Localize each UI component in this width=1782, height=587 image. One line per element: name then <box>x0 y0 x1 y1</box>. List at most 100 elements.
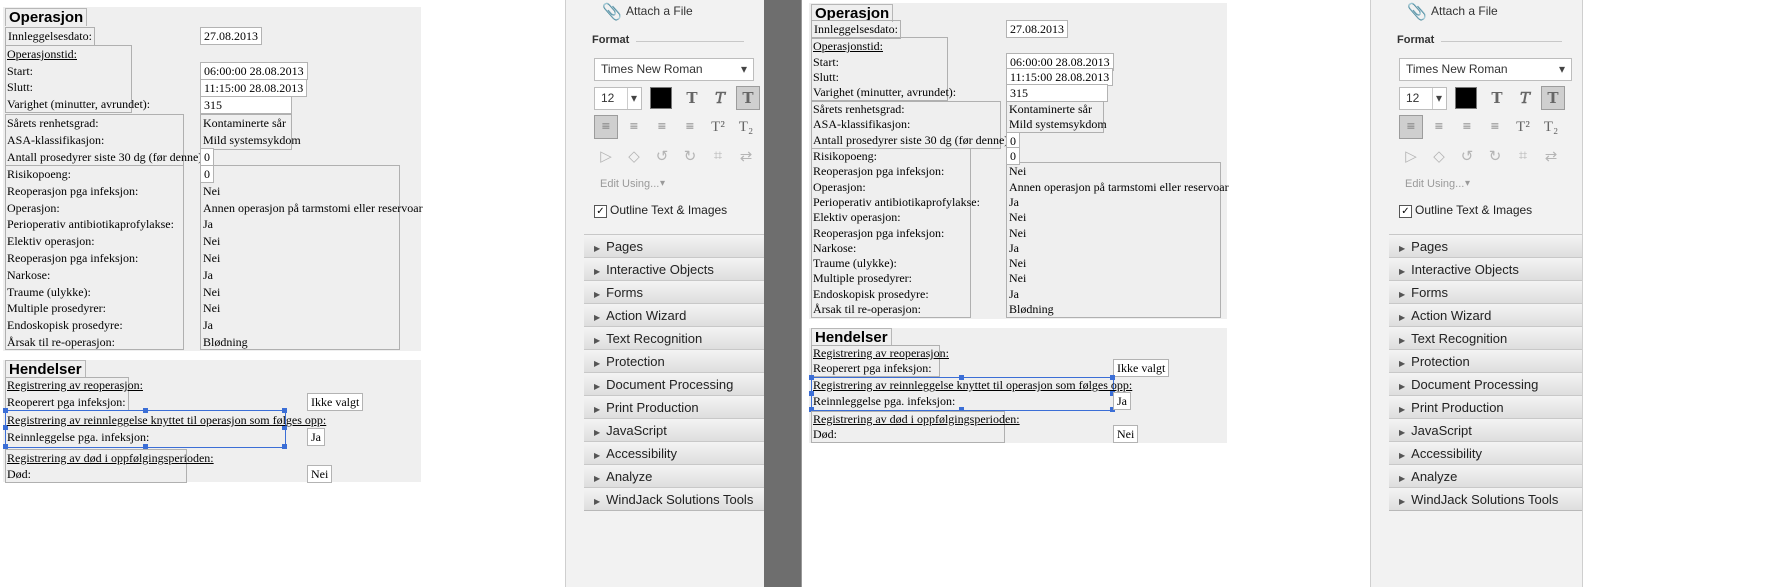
slutt-field[interactable]: 11:15:00 28.08.2013 <box>200 79 308 97</box>
align-center-icon[interactable]: ≡ <box>622 115 646 139</box>
outline-text-icon[interactable]: T <box>1541 86 1565 110</box>
section-accessibility[interactable]: ▶ Accessibility <box>1389 441 1582 465</box>
row-b-value[interactable]: Nei <box>203 284 220 301</box>
varighet-field[interactable]: 315 <box>1006 84 1108 102</box>
row-a-value[interactable]: Kontaminerte sår <box>203 115 286 132</box>
subscript-icon[interactable]: T₂ <box>734 115 758 139</box>
section-javascript[interactable]: ▶ JavaScript <box>1389 418 1582 442</box>
justify-icon[interactable]: ≡ <box>1483 115 1507 139</box>
section-label: Pages <box>1411 239 1449 254</box>
chevron-right-icon: ▶ <box>1399 290 1406 299</box>
section-document-processing[interactable]: ▶ Document Processing <box>1389 372 1582 396</box>
reop-field[interactable]: Ikke valgt <box>1113 359 1170 377</box>
chevron-right-icon: ▶ <box>1399 474 1406 483</box>
varighet-field[interactable]: 315 <box>200 96 292 114</box>
chevron-down-icon: ▾ <box>1558 62 1565 76</box>
section-label: Interactive Objects <box>1411 262 1519 277</box>
font-size-dropdown[interactable]: 12 ▾ <box>594 87 642 110</box>
font-family-dropdown[interactable]: Times New Roman ▾ <box>1399 58 1572 81</box>
row-b-value[interactable]: Ja <box>203 267 213 284</box>
chevron-right-icon: ▶ <box>594 405 601 414</box>
section-forms[interactable]: ▶ Forms <box>1389 280 1582 304</box>
section-document-processing[interactable]: ▶ Document Processing <box>584 372 764 396</box>
section-action-wizard[interactable]: ▶ Action Wizard <box>584 303 764 327</box>
section-print-production[interactable]: ▶ Print Production <box>584 395 764 419</box>
justify-icon[interactable]: ≡ <box>678 115 702 139</box>
row-a-value[interactable]: 0 <box>200 148 214 166</box>
italic-text-icon[interactable]: 𝑇 <box>1513 86 1537 110</box>
align-right-icon[interactable]: ≡ <box>650 115 674 139</box>
section-text-recognition[interactable]: ▶ Text Recognition <box>584 326 764 350</box>
row-b-value[interactable]: Blødning <box>1009 301 1054 318</box>
reinn-field[interactable]: Ja <box>307 428 325 446</box>
split-divider[interactable] <box>764 0 801 587</box>
row-b-value[interactable]: Annen operasjon på tarmstomi eller reser… <box>1009 179 1229 196</box>
align-left-icon[interactable]: ≡ <box>594 115 618 139</box>
bold-text-icon[interactable]: T <box>1485 86 1509 110</box>
replace-icon: ⇄ <box>1544 148 1558 165</box>
section-action-wizard[interactable]: ▶ Action Wizard <box>1389 303 1582 327</box>
section-pages[interactable]: ▶ Pages <box>584 234 764 258</box>
row-b-label: Narkose: <box>7 267 51 282</box>
innleggelsesdato-field[interactable]: 27.08.2013 <box>1006 20 1068 38</box>
section-label: Document Processing <box>606 377 734 392</box>
chevron-right-icon: ▶ <box>1399 313 1406 322</box>
section-analyze[interactable]: ▶ Analyze <box>1389 464 1582 488</box>
operasjonstid-label: Operasjonstid: <box>813 39 883 53</box>
section-javascript[interactable]: ▶ JavaScript <box>584 418 764 442</box>
section-protection[interactable]: ▶ Protection <box>584 349 764 373</box>
tools-panel-left: Attach a File 📎 Format Times New Roman ▾ 12 ▾ T… <box>565 0 765 587</box>
italic-text-icon[interactable]: 𝑇 <box>708 86 732 110</box>
section-accessibility[interactable]: ▶ Accessibility <box>584 441 764 465</box>
chevron-right-icon: ▶ <box>1399 405 1406 414</box>
row-a-value[interactable]: Mild systemsykdom <box>203 132 301 149</box>
row-b-value[interactable]: 0 <box>1006 147 1020 165</box>
row-b-value[interactable]: Nei <box>203 300 220 317</box>
row-b-value[interactable]: Ja <box>203 216 213 233</box>
outline-text-icon[interactable]: T <box>736 86 760 110</box>
row-b-value[interactable]: Nei <box>203 183 220 200</box>
section-pages[interactable]: ▶ Pages <box>1389 234 1582 258</box>
selection-handle[interactable] <box>282 444 287 449</box>
row-b-value[interactable]: Blødning <box>203 334 248 351</box>
section-print-production[interactable]: ▶ Print Production <box>1389 395 1582 419</box>
section-forms[interactable]: ▶ Forms <box>584 280 764 304</box>
outline-checkbox[interactable]: ✓ <box>594 205 607 218</box>
dod-field[interactable]: Nei <box>307 465 333 483</box>
superscript-icon[interactable]: T² <box>706 115 730 139</box>
dod-field[interactable]: Nei <box>1113 425 1139 443</box>
font-family-dropdown[interactable]: Times New Roman ▾ <box>594 58 754 81</box>
section-interactive-objects[interactable]: ▶ Interactive Objects <box>584 257 764 281</box>
reop-field[interactable]: Ikke valgt <box>307 393 364 411</box>
subscript-icon[interactable]: T₂ <box>1539 115 1563 139</box>
row-b-value[interactable]: Ja <box>203 317 213 334</box>
innleggelsesdato-field[interactable]: 27.08.2013 <box>200 27 262 45</box>
chevron-right-icon: ▶ <box>1399 451 1406 460</box>
row-b-value[interactable]: Nei <box>203 250 220 267</box>
section-analyze[interactable]: ▶ Analyze <box>584 464 764 488</box>
align-left-icon[interactable]: ≡ <box>1399 115 1423 139</box>
align-right-icon[interactable]: ≡ <box>1455 115 1479 139</box>
attach-file-row[interactable]: Attach a File <box>1431 2 1498 20</box>
row-b-value[interactable]: Nei <box>203 233 220 250</box>
outline-checkbox[interactable]: ✓ <box>1399 205 1412 218</box>
superscript-icon[interactable]: T² <box>1511 115 1535 139</box>
bold-text-icon[interactable]: T <box>680 86 704 110</box>
section-windjack-solutions-tools[interactable]: ▶ WindJack Solutions Tools <box>584 487 764 511</box>
font-size-dropdown[interactable]: 12 ▾ <box>1399 87 1447 110</box>
attach-file-row[interactable]: Attach a File <box>626 2 693 20</box>
section-label: Protection <box>606 354 665 369</box>
section-interactive-objects[interactable]: ▶ Interactive Objects <box>1389 257 1582 281</box>
section-protection[interactable]: ▶ Protection <box>1389 349 1582 373</box>
text-color-swatch[interactable] <box>1455 87 1477 109</box>
start-field[interactable]: 06:00:00 28.08.2013 <box>200 62 308 80</box>
section-windjack-solutions-tools[interactable]: ▶ WindJack Solutions Tools <box>1389 487 1582 511</box>
reinn-field[interactable]: Ja <box>1113 392 1131 410</box>
section-text-recognition[interactable]: ▶ Text Recognition <box>1389 326 1582 350</box>
text-color-swatch[interactable] <box>650 87 672 109</box>
row-a-value[interactable]: Mild systemsykdom <box>1009 116 1107 133</box>
row-b-value[interactable]: 0 <box>200 165 214 183</box>
align-center-icon[interactable]: ≡ <box>1427 115 1451 139</box>
chevron-down-icon: ▾ <box>626 88 637 109</box>
row-b-value[interactable]: Annen operasjon på tarmstomi eller reser… <box>203 200 423 217</box>
